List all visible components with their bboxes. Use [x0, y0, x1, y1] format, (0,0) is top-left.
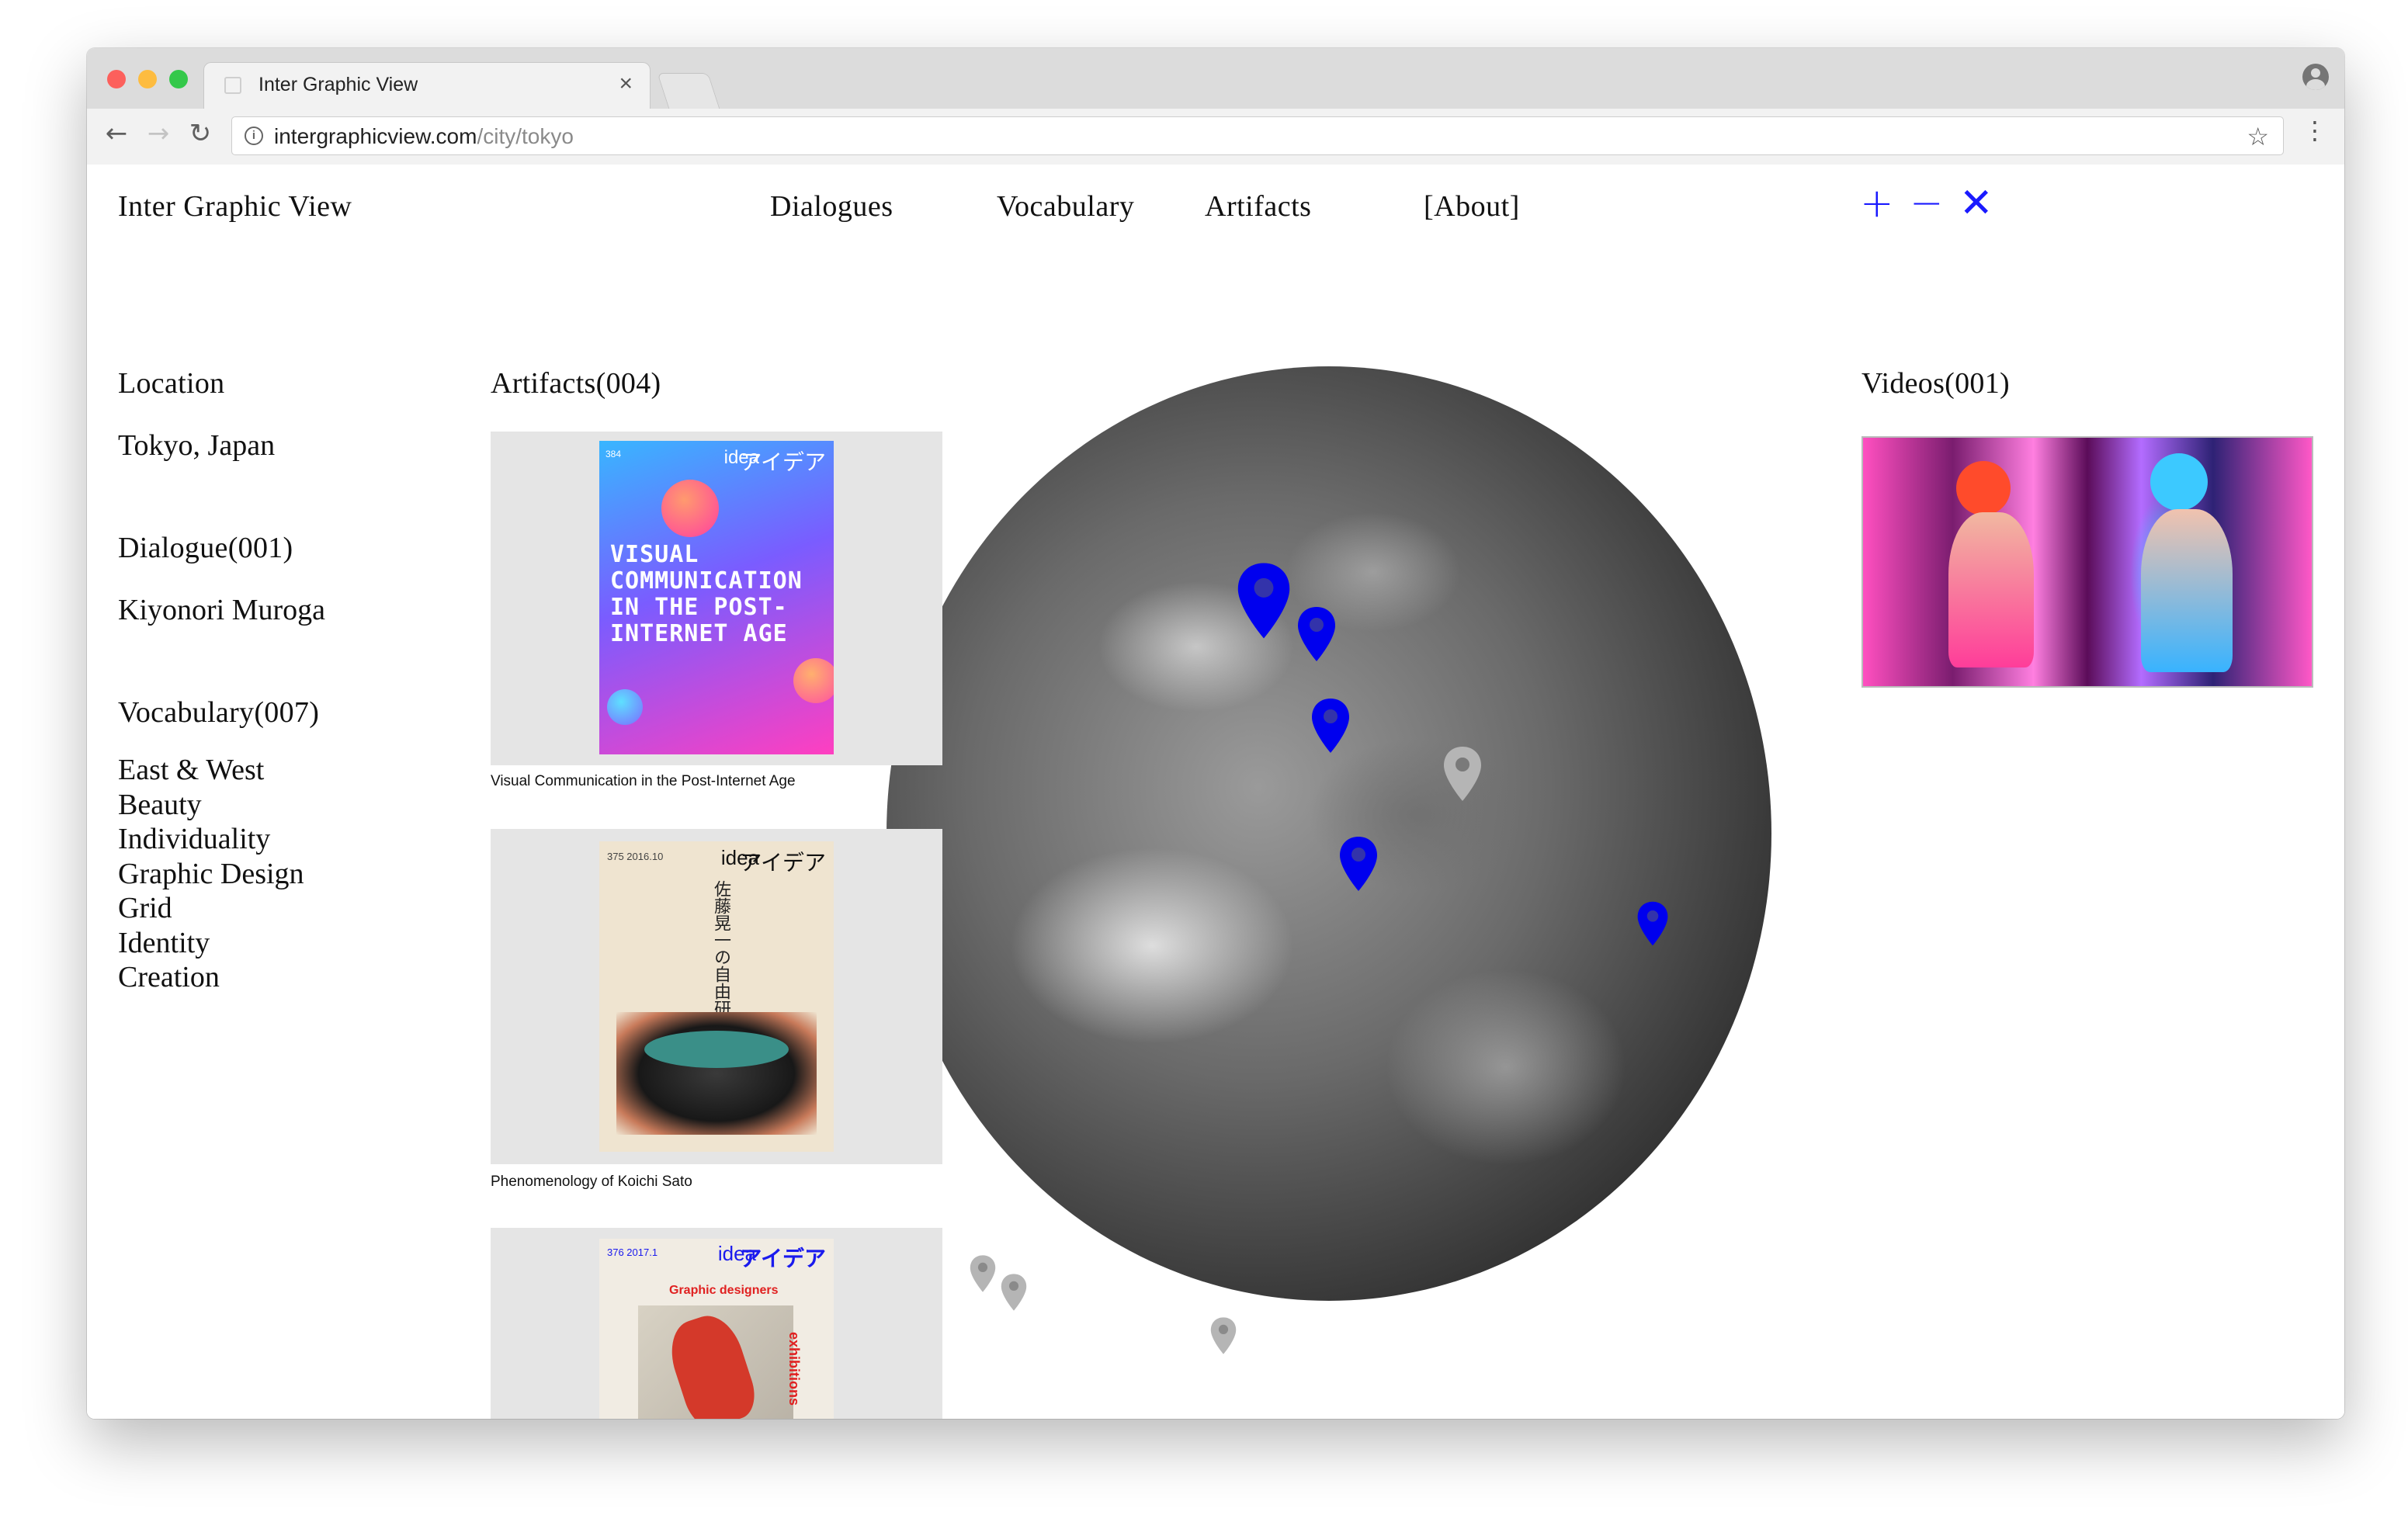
map-pin-active-icon[interactable]: [1310, 697, 1351, 754]
close-window-button[interactable]: [107, 70, 126, 88]
vocabulary-item[interactable]: East & West: [118, 753, 304, 788]
artifact-cover-image: アイデア idea 375 2016.10 佐藤晃一の自由研究: [599, 841, 834, 1152]
cover-brand-latin: idea: [720, 846, 759, 869]
cover-issue: 376 2017.1: [607, 1246, 658, 1258]
url-path: /city/tokyo: [477, 124, 574, 148]
reload-icon[interactable]: ↻: [185, 118, 216, 149]
map-pin-active-icon[interactable]: [1338, 835, 1379, 893]
site-title[interactable]: Inter Graphic View: [118, 189, 352, 224]
cover-brand-latin: idea: [723, 447, 759, 468]
profile-icon[interactable]: [2302, 64, 2329, 90]
video-figure-right: [2150, 453, 2208, 511]
artifact-caption[interactable]: Phenomenology of Koichi Sato: [491, 1174, 692, 1191]
artifact-cover-image: アイデア idea 384 VISUAL COMMUNICATION IN TH…: [599, 441, 834, 754]
nav-dialogues[interactable]: Dialogues: [770, 189, 893, 224]
vocabulary-item[interactable]: Creation: [118, 960, 304, 995]
map-pin-inactive-icon[interactable]: [1442, 745, 1483, 803]
map-pin-active-icon[interactable]: [1236, 560, 1292, 641]
cover-title: 佐藤晃一の自由研究: [711, 880, 730, 1034]
zoom-in-icon[interactable]: +: [1860, 183, 1894, 224]
bookmark-star-icon[interactable]: ☆: [2247, 122, 2269, 151]
cover-brand-latin: idea: [717, 1242, 756, 1265]
tab-title: Inter Graphic View: [258, 74, 418, 95]
back-arrow-icon[interactable]: ←: [101, 118, 132, 149]
cover-issue: 384: [605, 449, 622, 459]
cover-issue: 375 2016.10: [607, 851, 664, 862]
cover-decor-sphere: [661, 480, 719, 537]
vocabulary-label: Vocabulary(007): [118, 696, 320, 729]
artifact-cover-image: アイデア idea 376 2017.1 Graphic designers e…: [599, 1239, 834, 1419]
video-thumbnail[interactable]: [1862, 436, 2313, 688]
vocabulary-list: East & West Beauty Individuality Graphic…: [118, 753, 304, 995]
nav-vocabulary[interactable]: Vocabulary: [997, 189, 1134, 224]
location-value[interactable]: Tokyo, Japan: [118, 428, 275, 463]
close-icon[interactable]: ✕: [1959, 183, 1993, 224]
favicon-icon: [224, 77, 241, 94]
browser-toolbar: ← → ↻ i intergraphicview.com/city/tokyo …: [87, 109, 2344, 166]
artifact-caption[interactable]: Visual Communication in the Post-Interne…: [491, 773, 796, 790]
cover-title: VISUAL COMMUNICATION IN THE POST-INTERNE…: [610, 541, 803, 647]
nav-about[interactable]: [About]: [1424, 189, 1520, 224]
artifact-card[interactable]: アイデア idea 376 2017.1 Graphic designers e…: [491, 1228, 942, 1419]
cover-side-text: exhibitions: [786, 1332, 802, 1406]
tab-strip: Inter Graphic View ×: [87, 48, 2344, 109]
video-figure-left-body: [1948, 512, 2034, 667]
vocabulary-item[interactable]: Graphic Design: [118, 857, 304, 892]
minimize-window-button[interactable]: [138, 70, 157, 88]
forward-arrow-icon[interactable]: →: [143, 118, 174, 149]
zoom-out-icon[interactable]: −: [1910, 183, 1944, 224]
artifact-card[interactable]: アイデア idea 384 VISUAL COMMUNICATION IN TH…: [491, 432, 942, 765]
browser-menu-icon[interactable]: ⋮: [2302, 118, 2327, 143]
map-pin-active-icon[interactable]: [1636, 900, 1669, 947]
vocabulary-item[interactable]: Identity: [118, 926, 304, 961]
maximize-window-button[interactable]: [169, 70, 188, 88]
nav-artifacts[interactable]: Artifacts: [1205, 189, 1311, 224]
cover-decor-sphere: [793, 658, 834, 703]
map-pin-inactive-icon[interactable]: [1000, 1273, 1028, 1312]
video-figure-left: [1956, 461, 2011, 515]
new-tab-button[interactable]: [657, 73, 720, 109]
globe-map[interactable]: [887, 366, 1771, 1301]
info-icon[interactable]: i: [245, 127, 263, 145]
address-bar[interactable]: i intergraphicview.com/city/tokyo ☆: [231, 116, 2284, 155]
cover-box-lid: [644, 1031, 789, 1068]
cover-title: Graphic designers: [669, 1284, 779, 1297]
vocabulary-item[interactable]: Beauty: [118, 788, 304, 823]
url-host: intergraphicview.com: [274, 124, 477, 148]
artifacts-label: Artifacts(004): [491, 367, 661, 400]
vocabulary-item[interactable]: Individuality: [118, 822, 304, 857]
url-text[interactable]: intergraphicview.com/city/tokyo: [274, 124, 574, 149]
map-pin-active-icon[interactable]: [1296, 605, 1337, 663]
video-figure-right-body: [2141, 509, 2233, 672]
dialogue-item[interactable]: Kiyonori Muroga: [118, 593, 325, 627]
vocabulary-item[interactable]: Grid: [118, 891, 304, 926]
cover-decor-sphere: [607, 689, 643, 725]
page-viewport: Inter Graphic View Dialogues Vocabulary …: [87, 165, 2344, 1419]
map-pin-inactive-icon[interactable]: [969, 1254, 997, 1293]
browser-window: Inter Graphic View × ← → ↻ i intergraphi…: [87, 48, 2344, 1419]
tab-close-icon[interactable]: ×: [619, 71, 633, 97]
map-pin-inactive-icon[interactable]: [1209, 1316, 1237, 1355]
browser-tab[interactable]: Inter Graphic View ×: [203, 62, 651, 109]
artifact-card[interactable]: アイデア idea 375 2016.10 佐藤晃一の自由研究: [491, 829, 942, 1164]
videos-label: Videos(001): [1862, 367, 2010, 400]
dialogue-label: Dialogue(001): [118, 532, 293, 564]
location-label: Location: [118, 367, 225, 400]
